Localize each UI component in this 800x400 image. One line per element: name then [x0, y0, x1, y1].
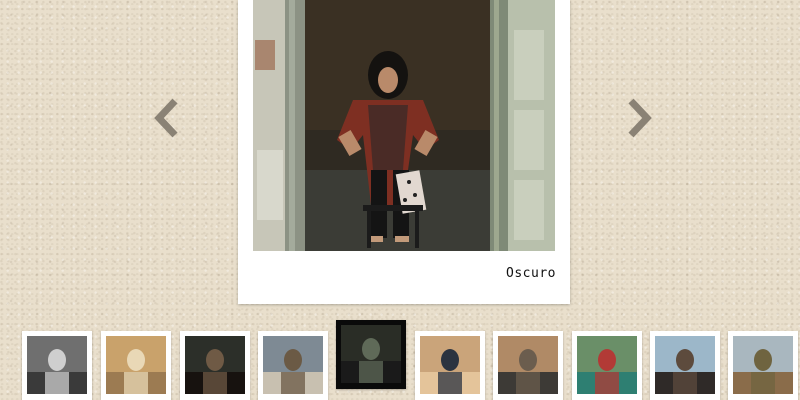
thumbnail-7[interactable] — [493, 331, 563, 400]
thumbnail-6-image — [420, 336, 480, 394]
thumbnail-4[interactable] — [258, 331, 328, 400]
chevron-left-icon — [154, 98, 178, 138]
thumbnail-7-image — [498, 336, 558, 394]
previous-arrow-button[interactable] — [154, 98, 180, 138]
thumbnail-3-image — [185, 336, 245, 394]
main-photo-image — [253, 0, 555, 251]
main-photo — [253, 0, 555, 251]
thumbnail-9[interactable] — [650, 331, 720, 400]
chevron-right-icon — [628, 98, 652, 138]
thumbnail-6[interactable] — [415, 331, 485, 400]
thumbnail-2-image — [106, 336, 166, 394]
thumbnail-8[interactable] — [572, 331, 642, 400]
thumbnail-10-image — [733, 336, 793, 394]
next-arrow-button[interactable] — [626, 98, 652, 138]
thumbnail-1-image — [27, 336, 87, 394]
thumbnail-strip — [0, 320, 800, 400]
thumbnail-3[interactable] — [180, 331, 250, 400]
thumbnail-5[interactable] — [336, 320, 406, 389]
photo-caption: Oscuro — [506, 266, 556, 281]
thumbnail-10[interactable] — [728, 331, 798, 400]
main-polaroid-frame: Oscuro — [238, 0, 570, 304]
thumbnail-1[interactable] — [22, 331, 92, 400]
thumbnail-2[interactable] — [101, 331, 171, 400]
thumbnail-5-image — [341, 325, 401, 384]
thumbnail-4-image — [263, 336, 323, 394]
thumbnail-8-image — [577, 336, 637, 394]
thumbnail-9-image — [655, 336, 715, 394]
